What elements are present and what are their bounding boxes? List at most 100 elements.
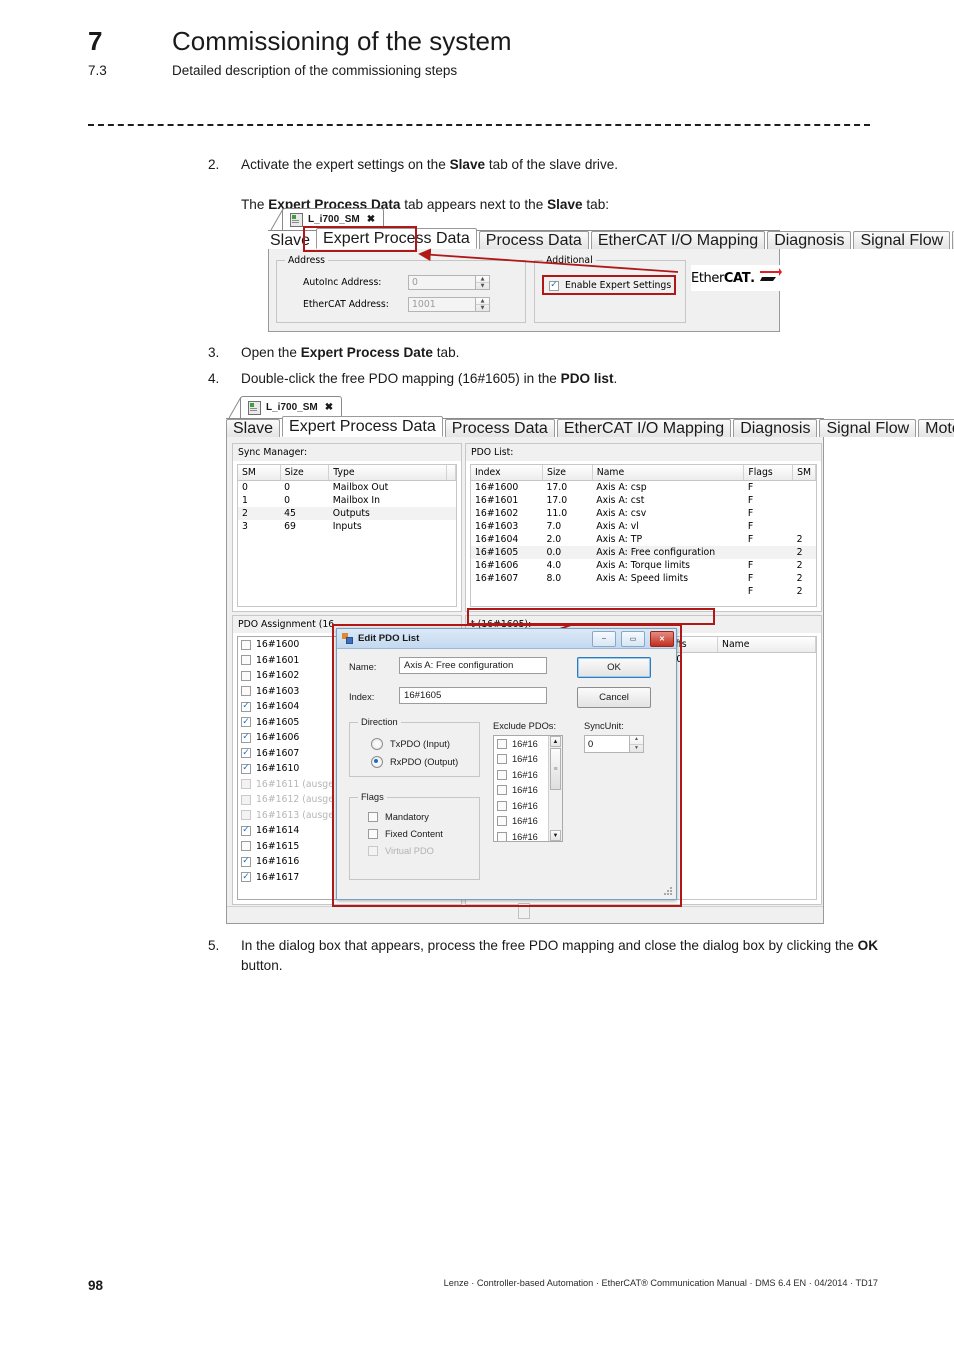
close-icon[interactable]: ✖	[325, 402, 333, 413]
pdo-assignment-checkbox[interactable]	[241, 841, 251, 852]
autoinc-address-stepper[interactable]: 0 ▲ ▼	[408, 275, 490, 290]
rxpdo-radio[interactable]	[371, 756, 383, 768]
exclude-pdo-checkbox[interactable]	[497, 769, 507, 780]
exclude-pdo-checkbox[interactable]	[497, 738, 507, 749]
pdo-assignment-checkbox[interactable]: ✓	[241, 763, 251, 774]
rxpdo-radio-row[interactable]: RxPDO (Output)	[371, 756, 471, 768]
tab-signal-flow[interactable]: Signal Flow	[819, 419, 917, 437]
pdo-assignment-checkbox[interactable]	[241, 655, 251, 666]
txpdo-radio-row[interactable]: TxPDO (Input)	[371, 738, 471, 750]
flag-checkbox[interactable]	[368, 829, 378, 839]
pdo-assignment-checkbox[interactable]: ✓	[241, 717, 251, 728]
exclude-pdo-checkbox[interactable]	[497, 831, 507, 841]
dialog-title-bar[interactable]: Edit PDO List – ▭ ✕	[337, 629, 676, 649]
index-field[interactable]: 16#1605	[399, 687, 547, 704]
pdo-assignment-checkbox[interactable]	[241, 639, 251, 650]
pdo-list-table-wrap[interactable]: Index Size Name Flags SM 16#1600 17.0 Axis…	[470, 464, 817, 607]
tab-motor-commissioning[interactable]: Motor commissioning	[918, 419, 954, 437]
flag-row[interactable]: Mandatory	[368, 812, 471, 822]
pdo-assignment-checkbox[interactable]: ✓	[241, 701, 251, 712]
tab-process-data[interactable]: Process Data	[444, 419, 555, 437]
pdo-assignment-checkbox[interactable]: ✓	[241, 825, 251, 836]
table-row[interactable]: 16#1606 4.0 Axis A: Torque limits F 2	[471, 559, 816, 572]
tab-ethercat-io-mapping[interactable]: EtherCAT I/O Mapping	[556, 419, 732, 437]
syncunit-spin-buttons[interactable]: ▲ ▼	[629, 736, 643, 752]
exclude-pdos-list[interactable]: 16#16 16#16 16#16 16#16 16#16 16#16 16#16 ▲ ≡ …	[493, 735, 563, 842]
pdo-assignment-checkbox[interactable]	[241, 810, 251, 821]
pdo-assignment-checkbox[interactable]	[241, 779, 251, 790]
edit-pdo-list-dialog[interactable]: Edit PDO List – ▭ ✕ Name: Axis A: Free c…	[336, 628, 677, 900]
spin-up-icon[interactable]: ▲	[630, 736, 643, 745]
spin-up-icon[interactable]: ▲	[476, 298, 489, 305]
ok-button[interactable]: OK	[577, 657, 651, 678]
list-item[interactable]: 16#16	[494, 752, 548, 768]
flag-checkbox[interactable]	[368, 846, 378, 856]
col-type[interactable]: Type	[328, 465, 447, 481]
col-flags[interactable]: Flags	[743, 465, 794, 481]
table-row[interactable]: 16#1607 8.0 Axis A: Speed limits F 2	[471, 572, 816, 585]
tab-slave[interactable]: Slave	[268, 232, 314, 249]
table-row[interactable]: 16#1605 0.0 Axis A: Free configuration 2	[471, 546, 816, 559]
col-sm[interactable]: SM	[792, 465, 816, 481]
tab-ethercat-io-mapping[interactable]: EtherCAT I/O Mapping	[590, 231, 766, 249]
figure1-document-tab[interactable]: L_i700_SM ✖	[270, 208, 385, 230]
ethercat-address-stepper[interactable]: 1001 ▲ ▼	[408, 297, 490, 312]
pdo-assignment-checkbox[interactable]	[241, 686, 251, 697]
close-icon[interactable]: ✖	[367, 214, 375, 225]
name-field[interactable]: Axis A: Free configuration	[399, 657, 547, 674]
enable-expert-settings-checkbox[interactable]: ✓	[549, 280, 559, 291]
spin-down-icon[interactable]: ▼	[630, 745, 643, 753]
list-item[interactable]: 16#16	[494, 783, 548, 799]
flag-row[interactable]: Virtual PDO	[368, 846, 471, 856]
tab-signal-flow[interactable]: Signal Flow	[853, 231, 951, 249]
table-row[interactable]: F2	[471, 585, 816, 598]
table-row[interactable]: 2 45 Outputs	[238, 507, 456, 520]
spin-down-icon[interactable]: ▼	[476, 283, 489, 289]
cancel-button[interactable]: Cancel	[577, 687, 651, 708]
sync-manager-table-wrap[interactable]: SM Size Type 0 0 Mailbox Out 1 0 Mailbox In 2 4…	[237, 464, 457, 607]
table-row[interactable]: 16#1604 2.0 Axis A: TP F 2	[471, 533, 816, 546]
pdo-assignment-checkbox[interactable]	[241, 670, 251, 681]
list-item[interactable]: 16#16	[494, 767, 548, 783]
pdo-assignment-checkbox[interactable]: ✓	[241, 732, 251, 743]
table-row[interactable]: 0 0 Mailbox Out	[238, 481, 456, 495]
resize-grip-icon[interactable]	[663, 886, 673, 896]
col-sm[interactable]: SM	[238, 465, 281, 481]
col-index[interactable]: Index	[471, 465, 543, 481]
list-item[interactable]: 16#16	[494, 798, 548, 814]
scrollbar-thumb[interactable]: ≡	[550, 748, 561, 790]
splitter-grip[interactable]	[518, 903, 530, 919]
table-row[interactable]: 1 0 Mailbox In	[238, 494, 456, 507]
flag-row[interactable]: Fixed Content	[368, 829, 471, 839]
syncunit-stepper[interactable]: 0 ▲ ▼	[584, 735, 644, 753]
exclude-pdos-scrollbar[interactable]: ▲ ≡ ▼	[548, 736, 562, 841]
col-size[interactable]: Size	[542, 465, 593, 481]
col-name[interactable]: Name	[717, 637, 816, 653]
exclude-pdo-checkbox[interactable]	[497, 754, 507, 765]
list-item[interactable]: 16#16	[494, 829, 548, 841]
scroll-down-icon[interactable]: ▼	[550, 830, 561, 841]
table-row[interactable]: 16#1603 7.0 Axis A: vl F	[471, 520, 816, 533]
exclude-pdo-checkbox[interactable]	[497, 785, 507, 796]
close-button[interactable]: ✕	[650, 630, 674, 647]
pdo-assignment-checkbox[interactable]: ✓	[241, 872, 251, 883]
list-item[interactable]: 16#16	[494, 814, 548, 830]
figure2-document-tab[interactable]: L_i700_SM ✖	[228, 396, 343, 418]
tab-diagnosis[interactable]: Diagnosis	[733, 419, 818, 437]
tab-expert-process-data[interactable]: Expert Process Data	[316, 228, 477, 249]
list-item[interactable]: 16#16	[494, 736, 548, 752]
col-blank[interactable]	[446, 465, 456, 481]
scroll-up-icon[interactable]: ▲	[550, 736, 561, 747]
exclude-pdo-checkbox[interactable]	[497, 800, 507, 811]
pdo-assignment-checkbox[interactable]: ✓	[241, 748, 251, 759]
table-row[interactable]: 3 69 Inputs	[238, 520, 456, 533]
ethercat-spin-buttons[interactable]: ▲ ▼	[475, 298, 489, 311]
table-row[interactable]: 16#1602 11.0 Axis A: csv F	[471, 507, 816, 520]
spin-up-icon[interactable]: ▲	[476, 276, 489, 283]
pdo-assignment-checkbox[interactable]: ✓	[241, 856, 251, 867]
exclude-pdo-checkbox[interactable]	[497, 816, 507, 827]
table-row[interactable]: 16#1600 17.0 Axis A: csp F	[471, 481, 816, 495]
enable-expert-settings-row[interactable]: ✓ Enable Expert Settings	[549, 280, 677, 291]
tab-slave[interactable]: Slave	[226, 419, 281, 437]
txpdo-radio[interactable]	[371, 738, 383, 750]
